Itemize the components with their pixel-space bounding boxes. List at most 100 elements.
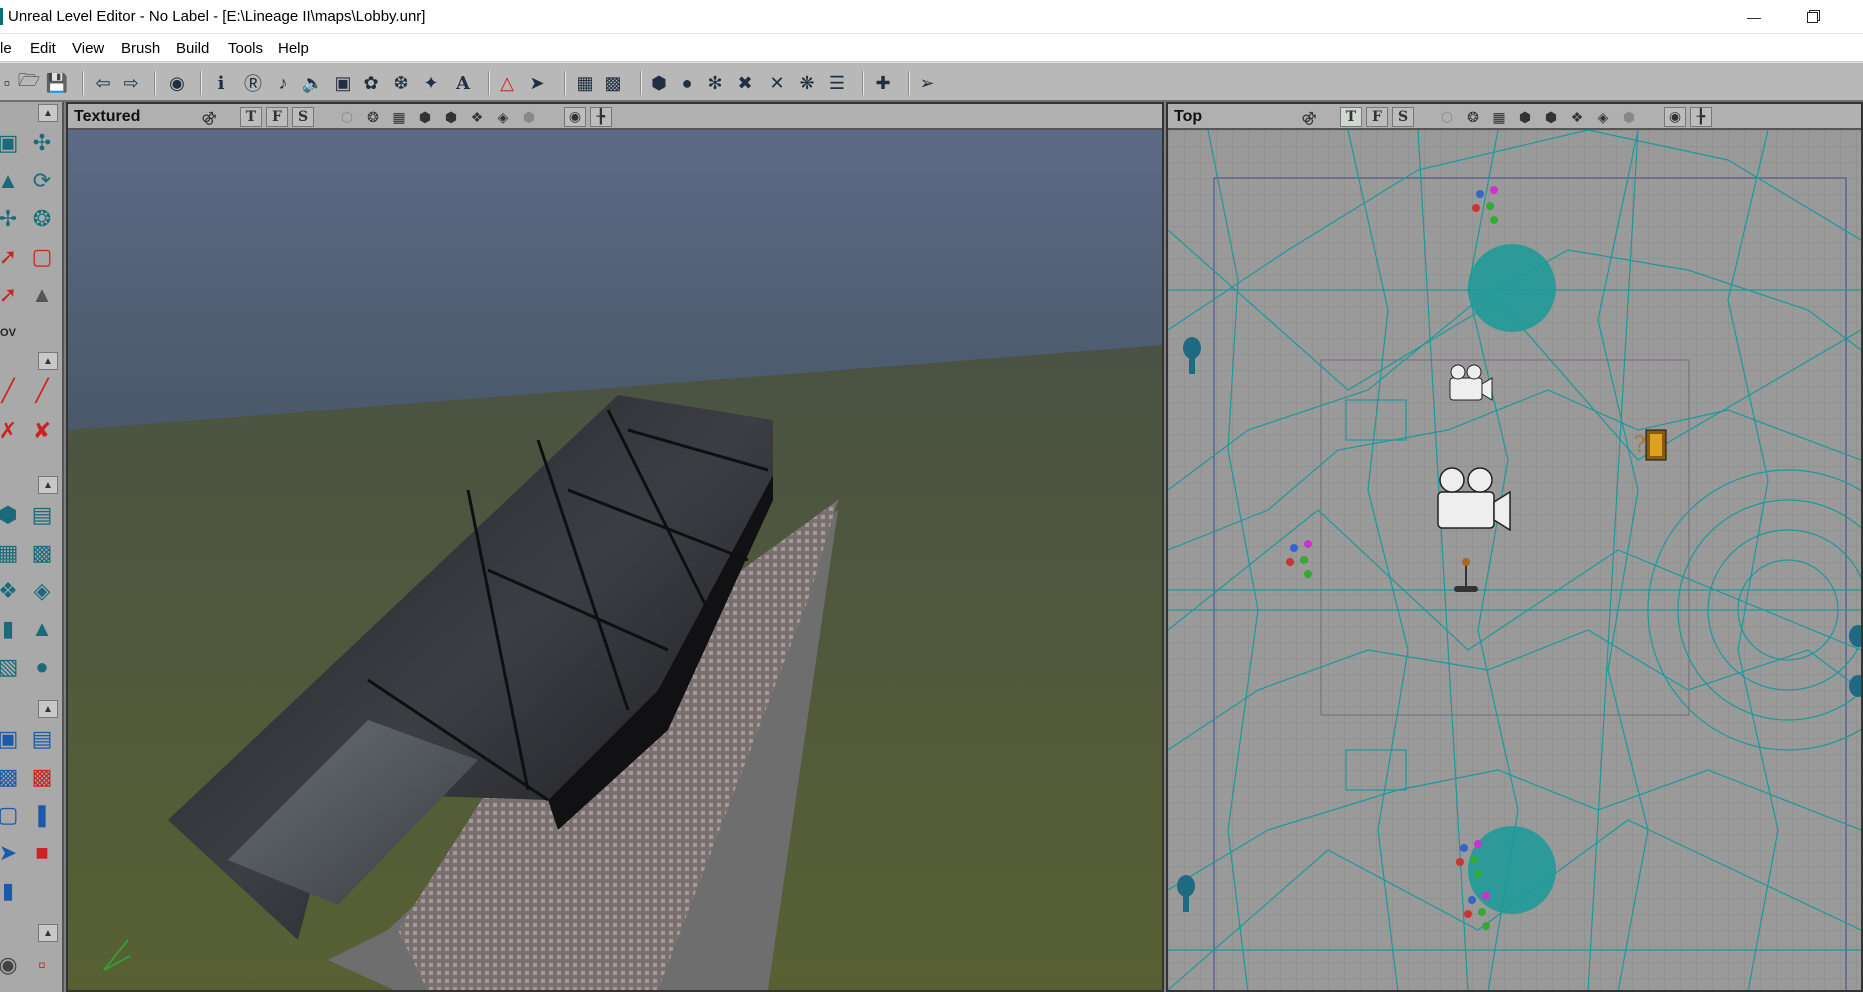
collapse-modes-button[interactable]: ▲ [38, 104, 58, 122]
add-antiportal-button[interactable]: ➤ [0, 836, 24, 870]
zone-view-icon[interactable]: ❂ [1462, 107, 1484, 127]
matinee-tool[interactable]: OV [0, 316, 24, 350]
2d-shape-editor-button[interactable]: ▦ [572, 70, 598, 96]
viewport-settings-icon[interactable]: ╊ [590, 107, 612, 127]
restore-button[interactable] [1789, 0, 1835, 34]
add-special-button[interactable]: ❚ [26, 798, 58, 832]
wireframe-view-icon[interactable]: ⬡ [1436, 107, 1458, 127]
viewport-mode-s[interactable]: S [1392, 107, 1414, 127]
sphere-brush-button[interactable]: ● [26, 650, 58, 684]
collapse-csg-button[interactable]: ▲ [38, 700, 58, 718]
build-geometry-button[interactable]: ⬢ [646, 70, 672, 96]
music-browser-button[interactable]: ♪ [270, 70, 296, 96]
redo-button[interactable]: ⇨ [118, 70, 144, 96]
camera-view-button[interactable]: ▩ [600, 70, 626, 96]
prefab-browser-button[interactable]: ✦ [418, 70, 444, 96]
font-browser-button[interactable]: A [450, 70, 476, 96]
vertex-edit-tool[interactable]: ✣ [26, 126, 58, 160]
wireframe-view-icon[interactable]: ⬡ [336, 107, 358, 127]
build-paths-button[interactable]: ✖ [732, 70, 758, 96]
menu-build[interactable]: Build [176, 40, 209, 57]
lighting-complexity-view-icon[interactable]: ⬢ [518, 107, 540, 127]
rotate-tool[interactable]: ⟳ [26, 164, 58, 198]
bsp-cuts-view-icon[interactable]: ⬢ [1514, 107, 1536, 127]
matinee-button[interactable]: ➤ [524, 70, 550, 96]
build-lights-button[interactable]: ✻ [702, 70, 728, 96]
menu-tools[interactable]: Tools [228, 40, 263, 57]
cube-brush-button[interactable]: ⬢ [0, 498, 24, 532]
viewport-mode-f[interactable]: F [266, 107, 288, 127]
add-static-mesh-button[interactable]: ▮ [0, 874, 24, 908]
split-brush-tool[interactable]: ╱ [26, 374, 58, 408]
terrain-button[interactable]: △ [494, 70, 520, 96]
undo-button[interactable]: ⇦ [90, 70, 116, 96]
add-mover-button[interactable]: ▢ [0, 798, 24, 832]
show-flags-icon[interactable]: ◉ [564, 107, 586, 127]
lighting-complexity-view-icon[interactable]: ⬢ [1618, 107, 1640, 127]
viewport-settings-icon[interactable]: ╊ [1690, 107, 1712, 127]
menu-brush[interactable]: Brush [121, 40, 160, 57]
show-flags-icon[interactable]: ◉ [1664, 107, 1686, 127]
delete-clip-tool[interactable]: ✘ [26, 414, 58, 448]
build-cover-button[interactable]: ✕ [764, 70, 790, 96]
viewport-textured[interactable]: Textured ⚣ T F S ⬡ ❂ ▦ ⬢ ⬢ ❖ ◈ ⬢ ◉ ╊ [66, 102, 1164, 992]
viewport-mode-t[interactable]: T [240, 107, 262, 127]
flip-clip-tool[interactable]: ✗ [0, 414, 24, 448]
cylinder-brush-button[interactable]: ▮ [0, 612, 24, 646]
volumetric-brush-button[interactable]: ▧ [0, 650, 24, 684]
stairs-brush-button[interactable]: ▤ [26, 498, 58, 532]
terrain-edit-tool[interactable]: ➚ [0, 278, 24, 312]
play-level-button[interactable]: ✚ [870, 70, 896, 96]
zone-view-icon[interactable]: ❂ [362, 107, 384, 127]
menu-edit[interactable]: Edit [30, 40, 56, 57]
viewport-mode-f[interactable]: F [1366, 107, 1388, 127]
textured-view-icon[interactable]: ⬢ [440, 107, 462, 127]
texture-pan-tool[interactable]: ❂ [26, 202, 58, 236]
intersect-brush-button[interactable]: ▩ [0, 760, 24, 794]
viewport-lock-icon[interactable]: ⚣ [198, 107, 220, 127]
add-brush-button[interactable]: ▣ [0, 722, 24, 756]
texture-browser-button[interactable]: ▣ [330, 70, 356, 96]
terrain-mountain-tool[interactable]: ▲ [26, 278, 58, 312]
menu-view[interactable]: View [72, 40, 104, 57]
lighting-only-view-icon[interactable]: ◈ [1592, 107, 1614, 127]
clip-brush-tool[interactable]: ╱ [0, 374, 24, 408]
build-all-button[interactable]: ❋ [794, 70, 820, 96]
camera-move-tool[interactable]: ▣ [0, 126, 24, 160]
build-options-button[interactable]: ☰ [824, 70, 850, 96]
textured-view-icon[interactable]: ⬢ [1540, 107, 1562, 127]
add-volume-button[interactable]: ■ [26, 836, 58, 870]
mesh-browser-button[interactable]: ✿ [358, 70, 384, 96]
menu-file[interactable]: le [0, 40, 12, 57]
textured-render-area[interactable] [68, 130, 1162, 990]
viewport-mode-t[interactable]: T [1340, 107, 1362, 127]
bsp-cuts-view-icon[interactable]: ⬢ [414, 107, 436, 127]
actor-properties-button[interactable]: i [208, 70, 234, 96]
top-render-area[interactable]: ? [1168, 130, 1861, 990]
collapse-brushes-button[interactable]: ▲ [38, 476, 58, 494]
cone-brush-button[interactable]: ▲ [26, 612, 58, 646]
terrain-brush-button[interactable]: ❖ [0, 574, 24, 608]
spiral-stair-brush-button[interactable]: ▩ [26, 536, 58, 570]
subtract-brush-button[interactable]: ▤ [26, 722, 58, 756]
viewport-lock-icon[interactable]: ⚣ [1298, 107, 1320, 127]
minimize-button[interactable]: — [1731, 0, 1777, 34]
menu-help[interactable]: Help [278, 40, 309, 57]
hide-selected-button[interactable]: ▫ [26, 948, 58, 982]
search-actors-button[interactable]: ◉ [164, 70, 190, 96]
texture-usage-view-icon[interactable]: ▦ [388, 107, 410, 127]
curved-stair-brush-button[interactable]: ▦ [0, 536, 24, 570]
save-map-button[interactable]: 💾 [44, 70, 70, 96]
group-browser-button[interactable]: Ⓡ [240, 70, 266, 96]
show-selected-button[interactable]: ◉ [0, 948, 24, 982]
sound-browser-button[interactable]: 🔈 [300, 70, 326, 96]
lighting-only-view-icon[interactable]: ◈ [492, 107, 514, 127]
context-help-button[interactable]: ➢ [914, 70, 940, 96]
viewport-mode-s[interactable]: S [292, 107, 314, 127]
collapse-misc-button[interactable]: ▲ [38, 924, 58, 942]
deintersect-brush-button[interactable]: ▩ [26, 760, 58, 794]
scale-tool[interactable]: ✢ [0, 202, 24, 236]
static-mesh-browser-button[interactable]: ❆ [388, 70, 414, 96]
build-lighting-button[interactable]: ● [674, 70, 700, 96]
sheet-brush-button[interactable]: ◈ [26, 574, 58, 608]
